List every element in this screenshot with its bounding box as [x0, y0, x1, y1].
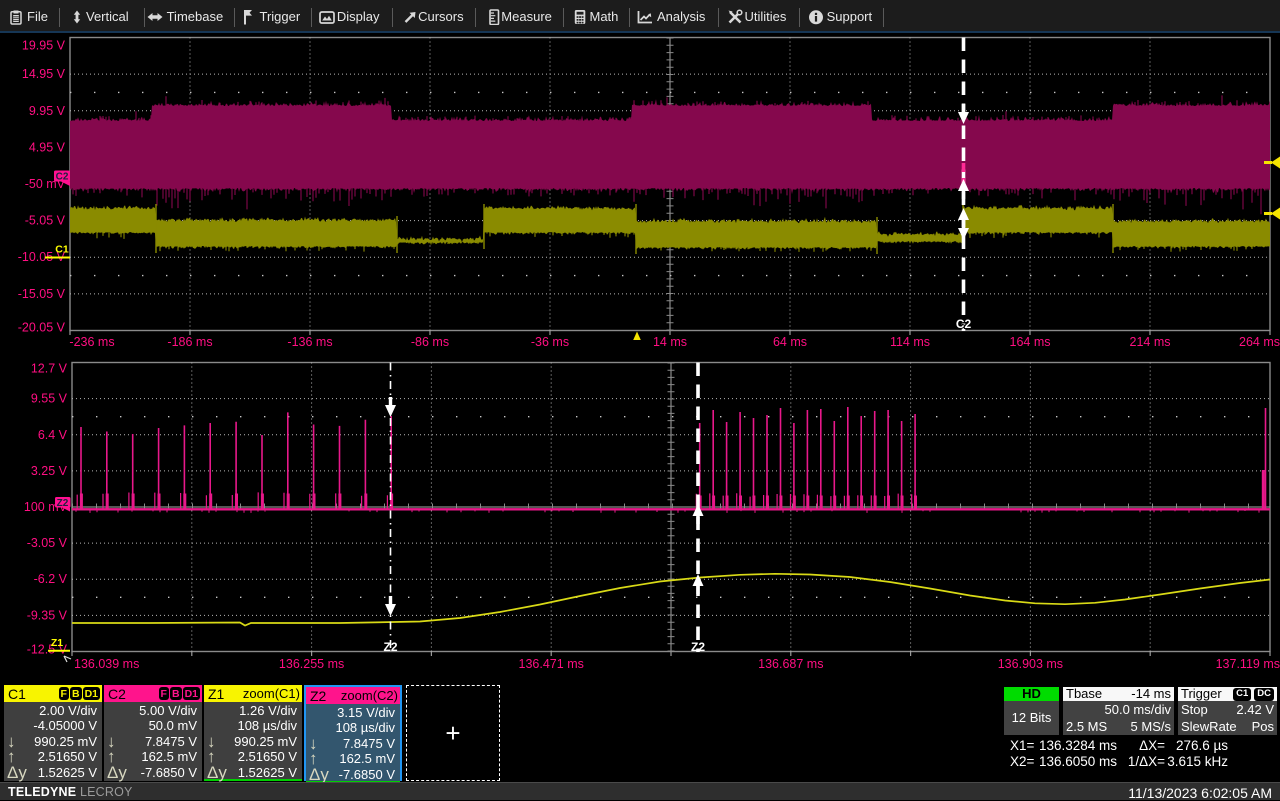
svg-text:C2: C2	[56, 172, 69, 183]
svg-text:-136 ms: -136 ms	[287, 335, 332, 349]
svg-text:136.471 ms: 136.471 ms	[519, 657, 584, 671]
svg-text:3.25 V: 3.25 V	[31, 464, 68, 478]
svg-text:-6.2 V: -6.2 V	[34, 572, 68, 586]
svg-text:Z2: Z2	[383, 640, 397, 654]
svg-text:14.95 V: 14.95 V	[22, 67, 66, 81]
svg-text:14 ms: 14 ms	[653, 335, 687, 349]
svg-text:Z2: Z2	[691, 640, 705, 654]
svg-text:164 ms: 164 ms	[1010, 335, 1051, 349]
svg-text:19.95 V: 19.95 V	[22, 39, 66, 53]
svg-text:-15.05 V: -15.05 V	[18, 287, 66, 301]
svg-text:9.95 V: 9.95 V	[29, 104, 66, 118]
svg-text:136.255 ms: 136.255 ms	[279, 657, 344, 671]
svg-text:-5.05 V: -5.05 V	[25, 214, 66, 228]
svg-text:Z1: Z1	[51, 637, 63, 649]
svg-text:-36 ms: -36 ms	[531, 335, 569, 349]
svg-text:114 ms: 114 ms	[890, 335, 930, 349]
svg-text:12.7 V: 12.7 V	[31, 362, 68, 376]
svg-text:136.039 ms: 136.039 ms	[74, 657, 139, 671]
svg-text:4.95 V: 4.95 V	[29, 140, 66, 154]
svg-text:9.55 V: 9.55 V	[31, 392, 68, 406]
svg-text:-9.35 V: -9.35 V	[27, 608, 68, 622]
svg-text:136.903 ms: 136.903 ms	[998, 657, 1063, 671]
svg-text:214 ms: 214 ms	[1130, 335, 1171, 349]
svg-text:137.119 ms: 137.119 ms	[1216, 657, 1280, 671]
svg-text:-3.05 V: -3.05 V	[27, 536, 68, 550]
svg-text:136.687 ms: 136.687 ms	[758, 657, 823, 671]
svg-text:-20.05 V: -20.05 V	[18, 321, 66, 335]
svg-text:-236 ms: -236 ms	[69, 335, 114, 349]
svg-text:6.4 V: 6.4 V	[38, 428, 68, 442]
svg-text:64 ms: 64 ms	[773, 335, 807, 349]
svg-text:264 ms: 264 ms	[1239, 335, 1280, 349]
svg-text:-86 ms: -86 ms	[411, 335, 449, 349]
svg-text:C2: C2	[956, 317, 972, 331]
svg-text:-186 ms: -186 ms	[167, 335, 212, 349]
svg-text:C1: C1	[55, 244, 69, 256]
svg-text:Z2: Z2	[57, 498, 69, 509]
